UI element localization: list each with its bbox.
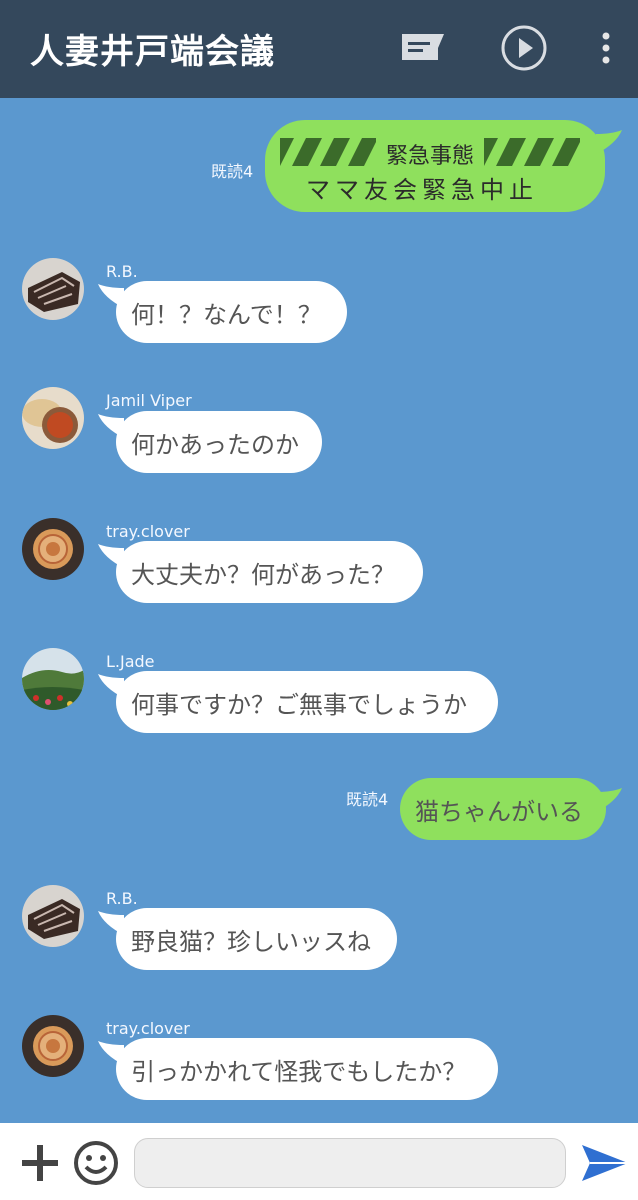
message-text: 野良猫？珍しいッスね (131, 927, 371, 956)
read-receipt: 既読4 (346, 790, 389, 809)
message-bubble[interactable]: 引っかかれて怪我でもしたか？ (116, 1038, 498, 1100)
avatar[interactable] (22, 1015, 84, 1077)
play-icon[interactable] (500, 24, 548, 76)
message-bubble[interactable]: 何事ですか？ご無事でしょうか (116, 671, 498, 733)
avatar[interactable] (22, 258, 84, 320)
avatar[interactable] (22, 885, 84, 947)
message-text: 何！？なんで！？ (131, 300, 322, 329)
avatar[interactable] (22, 387, 84, 449)
message-text: 大丈夫か？何があった？ (131, 560, 395, 589)
sender-name: tray.clover (106, 522, 190, 541)
sender-name: tray.clover (106, 1019, 190, 1038)
more-vert-icon[interactable] (598, 30, 614, 70)
message-text: 引っかかれて怪我でもしたか？ (131, 1057, 467, 1086)
message-input-bar (0, 1123, 638, 1200)
sender-name: R.B. (106, 889, 138, 908)
sender-name: L.Jade (106, 652, 155, 671)
emoji-icon[interactable] (72, 1139, 120, 1191)
chat-title: 人妻井戸端会議 (30, 32, 275, 72)
message-text: 何事ですか？ご無事でしょうか (131, 690, 467, 719)
message-text: 猫ちゃんがいる (415, 797, 583, 826)
sender-name: Jamil Viper (106, 391, 192, 410)
bubble-tail (596, 130, 622, 154)
alert-title: 緊急事態 (385, 144, 474, 169)
message-bubble[interactable]: 野良猫？珍しいッスね (116, 908, 397, 970)
bubble-tail (596, 788, 622, 812)
avatar[interactable] (22, 648, 84, 710)
message-icon[interactable] (398, 30, 448, 68)
message-bubble[interactable]: 大丈夫か？何があった？ (116, 541, 423, 603)
read-receipt: 既読4 (211, 162, 254, 181)
chat-area[interactable]: 既読4 緊急事態 ママ友会緊急中止 R.B. 何！？なんで！？ Jamil Vi… (0, 98, 638, 1123)
send-icon[interactable] (580, 1143, 630, 1187)
message-bubble[interactable]: 何かあったのか (116, 411, 322, 473)
message-bubble[interactable]: 何！？なんで！？ (116, 281, 347, 343)
message-input[interactable] (134, 1138, 566, 1188)
outgoing-message-bubble[interactable]: 猫ちゃんがいる (400, 778, 606, 840)
message-text: 何かあったのか (131, 430, 299, 459)
avatar[interactable] (22, 518, 84, 580)
add-icon[interactable] (18, 1141, 62, 1189)
sender-name: R.B. (106, 262, 138, 281)
chat-header: 人妻井戸端会議 (0, 0, 638, 98)
message-text: ママ友会緊急中止 (306, 176, 538, 204)
